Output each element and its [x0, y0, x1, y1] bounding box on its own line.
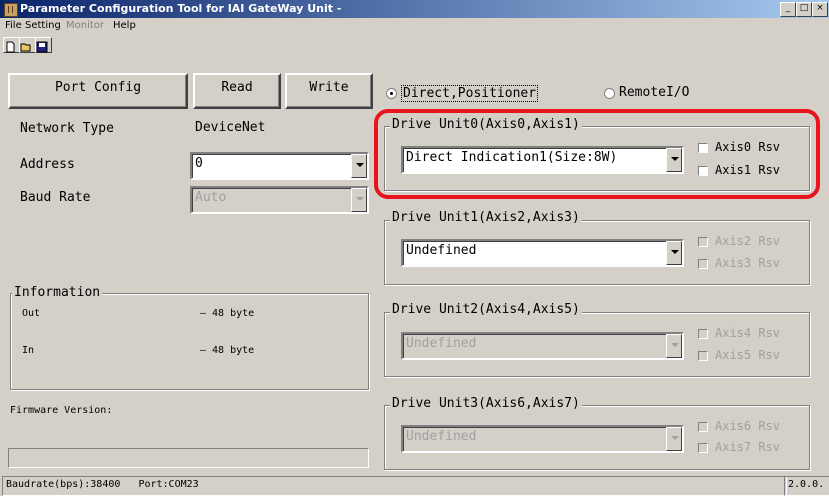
firmware-label: Firmware Version:	[10, 405, 113, 416]
axis3-rsv-checkbox	[698, 259, 708, 269]
remote-io-radio[interactable]	[604, 88, 615, 99]
maximize-button[interactable]: □	[796, 2, 812, 17]
address-dropdown[interactable]: 0	[190, 152, 369, 180]
status-port: Port:COM23	[138, 479, 199, 490]
menu-setting[interactable]: Setting	[25, 20, 61, 31]
axis5-rsv-label: Axis5 Rsv	[715, 348, 781, 362]
axis4-rsv-label: Axis4 Rsv	[715, 326, 781, 340]
new-file-button[interactable]	[3, 37, 20, 53]
open-file-button[interactable]	[19, 37, 36, 53]
remote-io-label[interactable]: RemoteI/O	[619, 85, 689, 100]
menu-help[interactable]: Help	[113, 20, 136, 31]
menu-monitor: Monitor	[66, 20, 105, 31]
drive-unit3-dropdown: Undefined	[401, 425, 684, 453]
axis6-rsv-label: Axis6 Rsv	[715, 419, 781, 433]
axis5-rsv-checkbox	[698, 351, 708, 361]
write-button[interactable]: Write	[285, 73, 373, 109]
out-value: – 48 byte	[200, 308, 255, 319]
read-button[interactable]: Read	[193, 73, 281, 109]
chevron-down-icon	[666, 427, 682, 451]
drive-unit2-title: Drive Unit2(Axis4,Axis5)	[390, 302, 582, 317]
axis2-rsv-label: Axis2 Rsv	[715, 234, 781, 248]
out-label: Out	[22, 308, 41, 319]
minimize-button[interactable]: _	[780, 2, 796, 17]
window-title: Parameter Configuration Tool for IAI Gat…	[20, 2, 342, 15]
drive-unit3-selection: Undefined	[406, 429, 477, 444]
status-baudrate: Baudrate(bps):38400	[6, 479, 121, 490]
address-label: Address	[20, 157, 75, 172]
baud-rate-value: Auto	[195, 190, 227, 205]
in-label: In	[22, 345, 35, 356]
chevron-down-icon	[666, 334, 682, 358]
in-value: – 48 byte	[200, 345, 255, 356]
menu-bar: File Setting Monitor Help	[0, 18, 829, 35]
app-icon	[4, 3, 18, 17]
information-group	[10, 293, 369, 390]
drive-unit1-selection: Undefined	[406, 243, 477, 258]
chevron-down-icon	[351, 188, 367, 212]
address-value: 0	[195, 156, 203, 171]
chevron-down-icon[interactable]	[666, 241, 682, 265]
new-icon	[6, 41, 15, 53]
chevron-down-icon[interactable]	[351, 154, 367, 178]
baud-rate-dropdown: Auto	[190, 186, 369, 214]
axis4-rsv-checkbox	[698, 329, 708, 339]
save-icon	[36, 41, 48, 53]
drive-unit2-dropdown: Undefined	[401, 332, 684, 360]
network-type-label: Network Type	[20, 121, 114, 136]
save-file-button[interactable]	[35, 37, 52, 53]
menu-file[interactable]: File	[5, 20, 22, 31]
port-config-button[interactable]: Port Config	[8, 73, 188, 109]
open-icon	[20, 43, 31, 52]
status-version: 2.0.0.	[784, 476, 829, 496]
axis7-rsv-checkbox	[698, 443, 708, 453]
direct-positioner-radio[interactable]	[386, 88, 397, 99]
drive-unit3-title: Drive Unit3(Axis6,Axis7)	[390, 396, 582, 411]
axis7-rsv-label: Axis7 Rsv	[715, 440, 781, 454]
firmware-version-field	[8, 448, 369, 468]
title-bar: Parameter Configuration Tool for IAI Gat…	[0, 0, 829, 18]
network-type-value: DeviceNet	[190, 116, 369, 144]
direct-positioner-label[interactable]: Direct,Positioner	[401, 85, 539, 102]
axis6-rsv-checkbox	[698, 422, 708, 432]
axis2-rsv-checkbox	[698, 237, 708, 247]
drive-unit1-dropdown[interactable]: Undefined	[401, 239, 684, 267]
drive-unit1-title: Drive Unit1(Axis2,Axis3)	[390, 210, 582, 225]
close-button[interactable]: ×	[812, 2, 828, 17]
highlight-annotation	[374, 109, 820, 199]
drive-unit2-selection: Undefined	[406, 336, 477, 351]
information-title: Information	[12, 285, 103, 300]
status-bar: Baudrate(bps):38400 Port:COM23	[2, 476, 787, 496]
axis3-rsv-label: Axis3 Rsv	[715, 256, 781, 270]
baud-rate-label: Baud Rate	[20, 190, 91, 205]
